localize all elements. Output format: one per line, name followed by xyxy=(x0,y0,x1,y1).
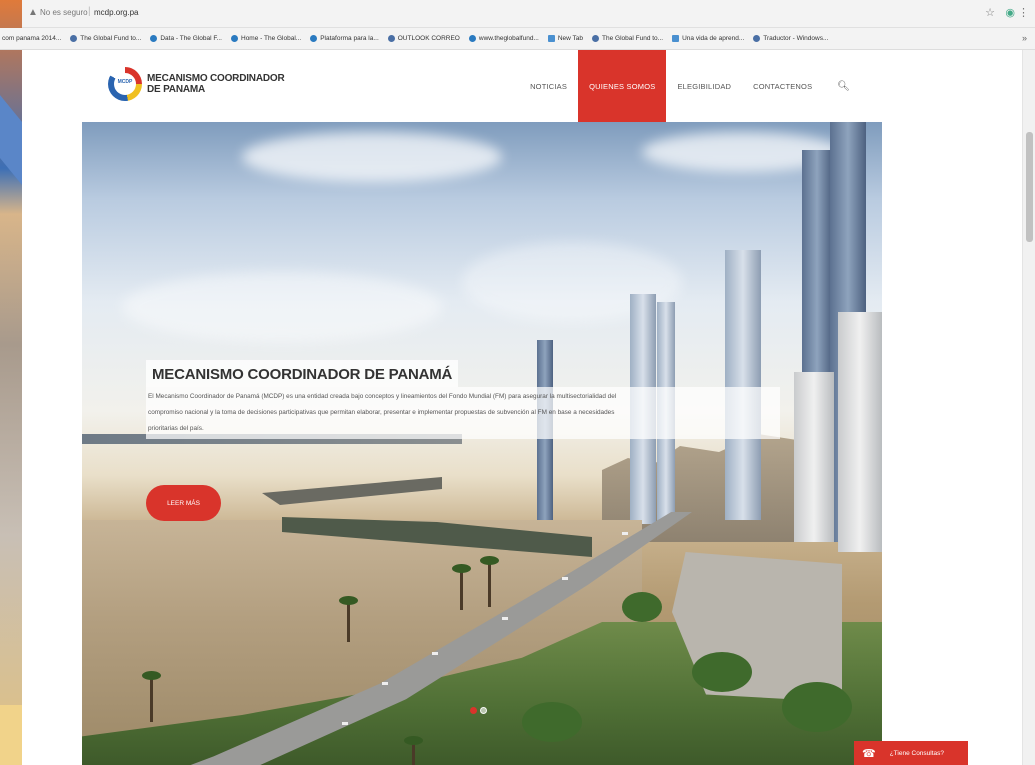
read-more-button[interactable]: LEER MÁS xyxy=(146,485,221,521)
bookmark-item[interactable]: Data - The Global F... xyxy=(150,35,222,42)
bookmark-label: Traductor - Windows... xyxy=(763,35,829,42)
bookmark-item[interactable]: Traductor - Windows... xyxy=(753,35,828,42)
logo-mark-text: MCDP xyxy=(117,79,133,85)
bookmark-item[interactable]: The Global Fund to... xyxy=(592,35,663,42)
hero-caption: MECANISMO COORDINADOR DE PANAMÁ El Mecan… xyxy=(146,360,780,439)
nav-item-elegibilidad[interactable]: ELEGIBILIDAD xyxy=(666,50,742,122)
globe-icon xyxy=(310,35,318,42)
car xyxy=(502,617,508,620)
bookmark-label: com panama 2014... xyxy=(2,35,62,42)
tree-cluster xyxy=(522,702,582,742)
bookmark-item[interactable]: Una vida de aprend... xyxy=(672,35,744,42)
logo-mark: MCDP xyxy=(108,67,142,101)
hero-description-line: El Mecanismo Coordinador de Panamá (MCDP… xyxy=(148,393,617,400)
globe-icon xyxy=(753,35,761,42)
security-label: No es seguro xyxy=(40,8,88,17)
slider-dot[interactable] xyxy=(480,707,487,714)
palm-tree xyxy=(452,564,471,610)
hero-slider: MECANISMO COORDINADOR DE PANAMÁ El Mecan… xyxy=(82,122,882,765)
bookmarks-overflow-icon[interactable]: » xyxy=(1022,33,1027,43)
bookmark-label: Una vida de aprend... xyxy=(682,35,745,42)
bookmark-item[interactable]: OUTLOOK CORREO xyxy=(387,35,460,42)
bookmark-label: New Tab xyxy=(557,35,584,42)
page-scrollbar[interactable] xyxy=(1022,50,1035,765)
new-tab-icon xyxy=(547,35,555,42)
bookmark-item[interactable]: Plataforma para la... xyxy=(310,35,379,42)
warning-icon: ▲ xyxy=(28,7,38,18)
main-nav: NOTICIAS QUIENES SOMOS ELEGIBILIDAD CONT… xyxy=(519,50,858,122)
palm-tree xyxy=(339,596,358,642)
nav-item-quienes-somos[interactable]: QUIENES SOMOS xyxy=(578,50,667,122)
globe-icon xyxy=(387,35,395,42)
hero-description-line: prioritarias del país. xyxy=(148,425,204,432)
tree-cluster xyxy=(692,652,752,692)
hero-title: MECANISMO COORDINADOR DE PANAMÁ xyxy=(146,360,459,387)
slider-dot[interactable] xyxy=(470,707,477,714)
marina-pier xyxy=(262,477,442,505)
bookmarks-bar: com panama 2014... The Global Fund to...… xyxy=(0,28,1035,50)
address-separator: | xyxy=(88,6,91,17)
bookmark-label: Data - The Global F... xyxy=(160,35,222,42)
bookmark-star-icon[interactable]: ☆ xyxy=(985,6,995,19)
car xyxy=(342,722,348,725)
bookmark-label: The Global Fund to... xyxy=(80,35,142,42)
website: MCDP MECANISMO COORDINADOR DE PANAMA NOT… xyxy=(82,50,882,765)
logo-line1: MECANISMO COORDINADOR xyxy=(147,73,285,84)
bookmark-item[interactable]: New Tab xyxy=(547,35,584,42)
globe-icon xyxy=(150,35,158,42)
bookmark-item[interactable]: www.theglobalfund... xyxy=(468,35,539,42)
hero-description: El Mecanismo Coordinador de Panamá (MCDP… xyxy=(146,387,780,439)
logo-line2: DE PANAMA xyxy=(147,84,206,95)
car xyxy=(432,652,438,655)
bookmark-label: OUTLOOK CORREO xyxy=(397,35,460,42)
tree-cluster xyxy=(782,682,852,732)
globe-icon xyxy=(70,35,78,42)
cloud-shape xyxy=(122,272,442,342)
scrollbar-thumb[interactable] xyxy=(1026,132,1033,242)
nav-item-noticias[interactable]: NOTICIAS xyxy=(519,50,578,122)
palm-tree xyxy=(404,736,423,765)
page-viewport: MCDP MECANISMO COORDINADOR DE PANAMA NOT… xyxy=(22,50,1022,765)
chat-icon: ☎︎ xyxy=(862,747,876,760)
skyscraper xyxy=(794,372,834,542)
slider-dots xyxy=(470,707,487,714)
nav-item-contactenos[interactable]: CONTACTENOS xyxy=(742,50,823,122)
bookmark-label: Plataforma para la... xyxy=(320,35,379,42)
bookmark-item[interactable]: The Global Fund to... xyxy=(70,35,141,42)
inquiry-chat-button[interactable]: ☎︎ ¿Tiene Consultas? xyxy=(854,741,968,765)
bookmark-item[interactable]: com panama 2014... xyxy=(2,35,61,42)
inquiry-chat-label: ¿Tiene Consultas? xyxy=(889,749,945,757)
address-bar[interactable]: ▲ No es seguro | mcdp.org.pa ☆ ◉ ⋮ xyxy=(22,0,1035,28)
site-logo[interactable]: MCDP MECANISMO COORDINADOR DE PANAMA xyxy=(108,67,285,101)
bookmark-label: The Global Fund to... xyxy=(602,35,664,42)
car xyxy=(562,577,568,580)
palm-tree xyxy=(480,556,499,607)
bookmark-label: www.theglobalfund... xyxy=(478,35,539,42)
desktop-wallpaper-bottom xyxy=(0,705,22,765)
globe-icon xyxy=(468,35,476,42)
search-icon[interactable]: 🔍︎ xyxy=(823,50,858,122)
page-icon xyxy=(672,35,680,42)
hero-description-line: compromiso nacional y la toma de decisio… xyxy=(148,409,615,416)
url-text[interactable]: mcdp.org.pa xyxy=(94,8,138,17)
cloud-shape xyxy=(242,132,502,182)
logo-text: MECANISMO COORDINADOR DE PANAMA xyxy=(147,73,285,95)
car xyxy=(382,682,388,685)
car xyxy=(622,532,628,535)
bookmark-item[interactable]: Home - The Global... xyxy=(231,35,301,42)
browser-menu-icon[interactable]: ⋮ xyxy=(1018,6,1029,19)
globe-icon xyxy=(592,35,600,42)
extension-icon[interactable]: ◉ xyxy=(1005,6,1015,19)
skyscraper xyxy=(838,312,882,552)
bookmark-label: Home - The Global... xyxy=(241,35,302,42)
globe-icon xyxy=(231,35,238,42)
tree-cluster xyxy=(622,592,662,622)
site-header: MCDP MECANISMO COORDINADOR DE PANAMA NOT… xyxy=(82,50,882,122)
desktop-wallpaper xyxy=(0,0,22,765)
palm-tree xyxy=(142,671,161,722)
